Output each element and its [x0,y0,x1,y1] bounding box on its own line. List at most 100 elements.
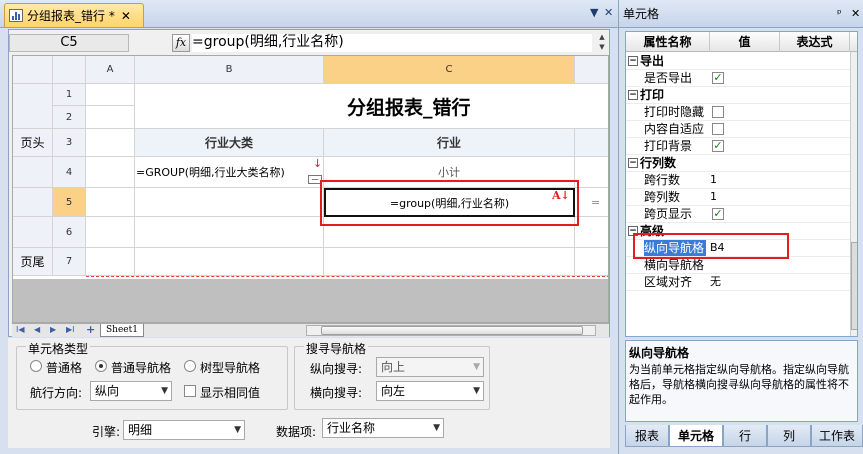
report-title-cell[interactable]: 分组报表_错行 [135,84,608,129]
tab-report[interactable]: 报表 [625,425,669,447]
cell-a2[interactable] [86,106,135,129]
row-header-1[interactable]: 1 [53,84,86,106]
row-header-2[interactable]: 2 [53,106,86,129]
radio-tree-nav-cell-label[interactable]: 树型导航格 [200,359,260,376]
prev-sheet-icon[interactable]: ◀ [34,325,40,334]
search-nav-group-title: 搜寻导航格 [304,340,369,357]
tab-worksheet[interactable]: 工作表 [811,425,863,447]
last-sheet-icon[interactable]: ▶I [66,325,75,334]
document-tab[interactable]: 分组报表_错行 * ✕ [4,3,144,27]
property-group-print[interactable]: − 打印 [626,87,857,104]
tab-column[interactable]: 列 [767,425,811,447]
cell-reference-box[interactable]: C5 [9,34,129,52]
cell-a4[interactable] [86,157,135,188]
column-header-a[interactable]: A [86,56,135,84]
property-row-horizontal-nav[interactable]: 横向导航格 [626,257,857,274]
property-group-export[interactable]: − 导出 [626,53,857,70]
property-name: 是否导出 [644,71,693,85]
cell-d7[interactable] [575,248,608,276]
cell-a7[interactable] [86,248,135,276]
radio-normal-cell[interactable] [30,360,42,372]
collapse-icon[interactable]: − [628,158,638,168]
tab-cell[interactable]: 单元格 [669,425,723,447]
cell-c3[interactable]: 行业 [324,129,575,157]
cell-a1[interactable] [86,84,135,106]
sheet-tab-sheet1[interactable]: Sheet1 [100,324,144,337]
formula-input[interactable]: =group(明细,行业名称) [192,34,592,52]
cell-c7[interactable] [324,248,575,276]
cross-page-checkbox[interactable]: ✓ [712,208,724,220]
cell-d3[interactable] [575,129,608,157]
tab-row[interactable]: 行 [723,425,767,447]
cell-b7[interactable] [135,248,324,276]
direction-select[interactable]: 纵向 ▼ [90,381,172,401]
horizontal-scrollbar[interactable] [306,325,596,336]
data-item-select[interactable]: 行业名称 ▼ [322,418,444,438]
column-header-b[interactable]: B [135,56,324,84]
cell-b6[interactable] [135,217,324,248]
property-grid: 属性名称 值 表达式 − 导出 是否导出 ✓ − 打印 打印时隐藏 内容自适应 打印背… [625,31,858,337]
scrollbar-thumb[interactable] [851,242,857,330]
panel-close-icon[interactable]: ✕ [851,0,860,28]
property-row-print-hide[interactable]: 打印时隐藏 [626,104,857,121]
function-icon[interactable]: fx [172,34,190,52]
cell-b4[interactable]: =GROUP(明细,行业大类名称) [135,157,324,188]
chevron-down-icon: ▼ [473,386,480,396]
radio-tree-nav-cell[interactable] [184,360,196,372]
direction-value: 纵向 [95,384,120,398]
collapse-icon[interactable]: − [628,90,638,100]
row-header-3[interactable]: 3 [53,129,86,157]
cell-a5[interactable] [86,188,135,217]
export-checkbox[interactable]: ✓ [712,72,724,84]
radio-nav-cell-label[interactable]: 普通导航格 [111,359,171,376]
cell-d6[interactable] [575,217,608,248]
property-row-rowspan[interactable]: 跨行数 1 [626,172,857,189]
row-header-5[interactable]: 5 [53,188,86,217]
property-row-autofit[interactable]: 内容自适应 [626,121,857,138]
pane-close-icon[interactable]: ✕ [604,6,613,19]
radio-nav-cell[interactable] [95,360,107,372]
property-group-rowcol[interactable]: − 行列数 [626,155,857,172]
cell-a6[interactable] [86,217,135,248]
property-row-colspan[interactable]: 跨列数 1 [626,189,857,206]
property-value[interactable]: 无 [710,274,721,290]
property-value[interactable]: 1 [710,189,717,205]
row-header-4[interactable]: 4 [53,157,86,188]
cell-d5[interactable]: = [575,188,608,217]
property-value[interactable]: 1 [710,172,717,188]
tab-close-icon[interactable]: ✕ [121,9,131,23]
print-bg-checkbox[interactable]: ✓ [712,140,724,152]
property-row-cross-page[interactable]: 跨页显示 ✓ [626,206,857,223]
radio-normal-cell-label[interactable]: 普通格 [46,359,82,376]
tab-list-dropdown-icon[interactable]: ▼ [590,6,598,19]
cell-d4[interactable] [575,157,608,188]
cell-b5[interactable] [135,188,324,217]
first-sheet-icon[interactable]: I◀ [16,325,25,334]
pin-icon[interactable]: ᵖ [837,0,842,28]
engine-select[interactable]: 明细 ▼ [123,420,245,440]
row-label-header-band: 页头 [13,129,53,157]
formula-scroll-arrows[interactable]: ▲ ▼ [597,32,607,54]
property-row-export[interactable]: 是否导出 ✓ [626,70,857,87]
col-property-expression: 表达式 [780,32,850,52]
print-hide-checkbox[interactable] [712,106,724,118]
show-same-checkbox[interactable] [184,385,196,397]
show-same-label[interactable]: 显示相同值 [200,384,260,401]
row-header-7[interactable]: 7 [53,248,86,276]
column-header-d[interactable] [575,56,608,84]
vertical-search-select[interactable]: 向上 ▼ [376,357,484,377]
property-row-align[interactable]: 区域对齐 无 [626,274,857,291]
row-header-6[interactable]: 6 [53,217,86,248]
scrollbar-thumb[interactable] [321,326,583,335]
collapse-icon[interactable]: − [628,56,638,66]
cell-a3[interactable] [86,129,135,157]
cell-b3[interactable]: 行业大类 [135,129,324,157]
horizontal-search-select[interactable]: 向左 ▼ [376,381,484,401]
property-row-print-bg[interactable]: 打印背景 ✓ [626,138,857,155]
autofit-checkbox[interactable] [712,123,724,135]
next-sheet-icon[interactable]: ▶ [50,325,56,334]
data-item-value: 行业名称 [327,421,376,435]
add-sheet-icon[interactable]: + [86,323,95,336]
property-vertical-scrollbar[interactable] [850,52,857,336]
column-header-c[interactable]: C [324,56,575,84]
